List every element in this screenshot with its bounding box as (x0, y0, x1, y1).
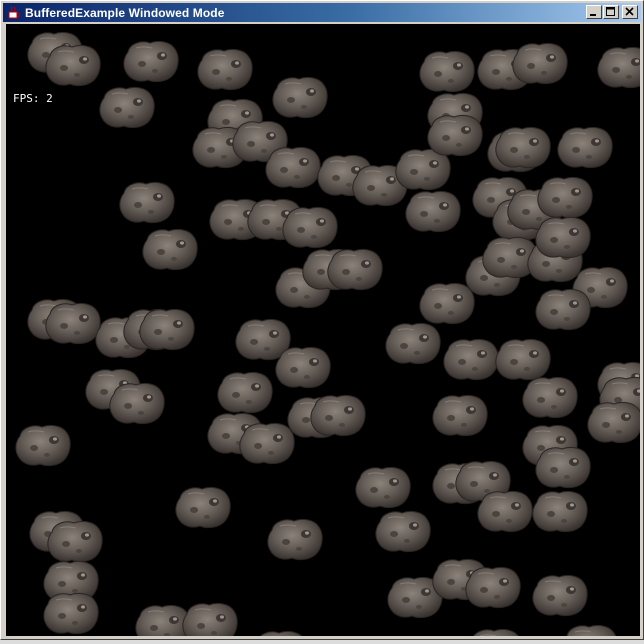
asteroid-sprite (267, 518, 323, 561)
minimize-button[interactable] (586, 5, 602, 19)
asteroid-sprite (282, 206, 338, 249)
java-cup-icon[interactable] (7, 6, 21, 20)
minimize-icon (590, 14, 596, 16)
asteroid-sprite (123, 40, 179, 83)
asteroid-sprite (405, 190, 461, 233)
asteroid-sprite (272, 76, 328, 119)
asteroid-sprite (45, 44, 101, 87)
asteroid-sprite (532, 574, 588, 617)
asteroid-sprite (443, 338, 499, 381)
asteroid-sprite (587, 401, 640, 444)
asteroid-sprite (427, 114, 483, 157)
asteroid-sprite (597, 46, 640, 89)
game-canvas[interactable]: FPS: 2 (6, 24, 640, 636)
asteroid-sprite (477, 490, 533, 533)
close-button[interactable] (622, 5, 638, 19)
maximize-icon (606, 7, 615, 16)
asteroid-sprite (465, 566, 521, 609)
asteroid-sprite (119, 181, 175, 224)
asteroid-sprite (566, 624, 617, 636)
asteroid-sprite (385, 322, 441, 365)
asteroid-sprite (265, 146, 321, 189)
asteroid-sprite (259, 630, 303, 636)
asteroid-sprite (419, 50, 475, 93)
asteroid-sprite (512, 42, 568, 85)
asteroid-sprite (473, 628, 519, 636)
asteroid-sprite (375, 510, 431, 553)
asteroid-sprite (535, 288, 591, 331)
asteroid-sprite (197, 48, 253, 91)
asteroid-sprite (310, 394, 366, 437)
asteroid-sprite (432, 394, 488, 437)
fps-counter: FPS: 2 (13, 92, 53, 105)
asteroid-sprite (327, 248, 383, 291)
asteroid-sprite (557, 126, 613, 169)
asteroid-sprite (142, 228, 198, 271)
maximize-button[interactable] (603, 5, 619, 19)
desktop-background-strip (0, 640, 644, 644)
application-window: BufferedExample Windowed Mode FPS: 2 (0, 0, 644, 640)
asteroid-sprite (535, 446, 591, 489)
asteroid-sprite (175, 486, 231, 529)
window-controls (585, 5, 638, 19)
asteroid-sprite (535, 216, 591, 259)
asteroid-sprite (419, 282, 475, 325)
asteroid-sprite (275, 346, 331, 389)
asteroid-sprite (217, 371, 273, 414)
window-title: BufferedExample Windowed Mode (25, 5, 225, 20)
asteroid-sprite (139, 308, 195, 351)
asteroid-sprite (355, 466, 411, 509)
asteroid-sprite (15, 424, 71, 467)
asteroid-sprite (522, 376, 578, 419)
asteroid-sprite (43, 592, 99, 635)
asteroid-sprite (99, 86, 155, 129)
asteroid-sprite (495, 126, 551, 169)
asteroid-sprite (182, 602, 238, 636)
asteroid-sprite (532, 490, 588, 533)
asteroid-sprite (109, 382, 165, 425)
title-bar[interactable]: BufferedExample Windowed Mode (3, 3, 641, 22)
close-icon (625, 7, 634, 16)
